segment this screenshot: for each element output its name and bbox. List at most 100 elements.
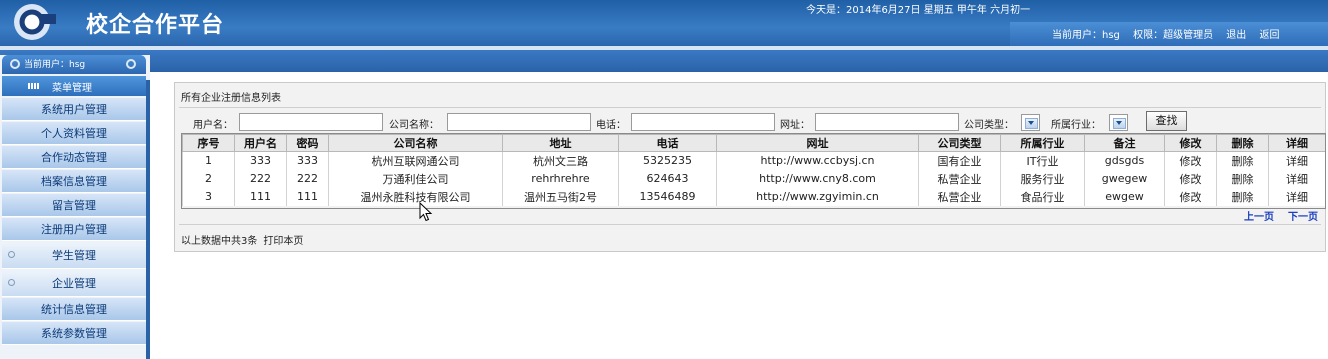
cell-address: 杭州文三路 [502, 151, 619, 170]
current-user-label: 当前用户：hsg [1052, 30, 1120, 41]
sidebar-item-profile[interactable]: 个人资料管理 [2, 122, 146, 145]
cell-type: 私营企业 [918, 187, 1001, 206]
cell-index: 3 [182, 187, 235, 206]
sidebar-item-archives[interactable]: 档案信息管理 [2, 170, 146, 193]
sidebar-item-statistics[interactable]: 统计信息管理 [2, 298, 146, 321]
top-bar-info: 当前用户：hsg 权限：超级管理员 退出 返回 [1052, 26, 1289, 41]
nav-strip [0, 50, 1328, 72]
industry-select[interactable] [1109, 114, 1128, 131]
cell-username: 222 [234, 169, 287, 188]
prev-page-link[interactable]: 上一页 [1244, 208, 1274, 223]
cell-company: 万通利佳公司 [328, 169, 503, 188]
delete-link[interactable]: 删除 [1216, 187, 1269, 206]
cell-phone: 13546489 [618, 187, 717, 206]
sidebar-item-messages[interactable]: 留言管理 [2, 194, 146, 217]
app-title: 校企合作平台 [86, 13, 225, 38]
chevron-down-icon [1028, 121, 1034, 125]
menu-head[interactable]: 菜单管理 [2, 76, 146, 96]
url-input[interactable] [815, 113, 959, 131]
table-row: 2 222 222 万通利佳公司 rehrhrehre 624643 http:… [182, 169, 1326, 188]
ring-icon [126, 59, 136, 69]
col-header: 修改 [1164, 134, 1217, 152]
col-header: 用户名 [234, 134, 287, 152]
cell-type: 私营企业 [918, 169, 1001, 188]
username-label: 用户名： [193, 120, 233, 131]
print-link[interactable]: 打印本页 [263, 236, 303, 247]
cell-password: 333 [286, 151, 329, 170]
back-link[interactable]: 返回 [1259, 30, 1279, 41]
sidebar-item-cooperation[interactable]: 合作动态管理 [2, 146, 146, 169]
sidebar-user-bar: 当前用户：hsg [2, 55, 146, 74]
industry-label: 所属行业： [1051, 120, 1101, 131]
logo-tail [40, 14, 56, 24]
url-label: 网址： [780, 120, 810, 131]
record-count: 以上数据中共3条 [181, 236, 258, 247]
delete-link[interactable]: 删除 [1216, 169, 1269, 188]
permission-label: 权限：超级管理员 [1133, 30, 1214, 41]
username-input[interactable] [239, 113, 383, 131]
divider [179, 107, 1321, 108]
phone-input[interactable] [631, 113, 775, 131]
col-header: 密码 [286, 134, 329, 152]
cell-remark: gdsgds [1084, 151, 1165, 170]
sidebar-item-system-users[interactable]: 系统用户管理 [2, 98, 146, 121]
search-bar: 用户名： 公司名称： 电话： 网址： 公司类型： 所属行业： 查找 [175, 111, 1325, 133]
sidebar: 当前用户：hsg 菜单管理 系统用户管理 个人资料管理 合作动态管理 档案信息管… [0, 55, 150, 359]
col-header: 所属行业 [1000, 134, 1085, 152]
sidebar-item-companies[interactable]: 企业管理 [2, 270, 146, 297]
col-header: 详细 [1268, 134, 1326, 152]
cell-remark: gwegew [1084, 169, 1165, 188]
cell-username: 333 [234, 151, 287, 170]
company-name-input[interactable] [447, 113, 591, 131]
search-button[interactable]: 查找 [1146, 111, 1187, 131]
cell-remark: ewgew [1084, 187, 1165, 206]
chevron-down-icon [1116, 121, 1122, 125]
cell-industry: IT行业 [1000, 151, 1085, 170]
summary-bar: 以上数据中共3条 打印本页 [181, 232, 303, 247]
cell-url: http://www.cny8.com [716, 169, 919, 188]
cell-username: 111 [234, 187, 287, 206]
detail-link[interactable]: 详细 [1268, 169, 1326, 188]
cell-address: rehrhrehre [502, 169, 619, 188]
edit-link[interactable]: 修改 [1164, 187, 1217, 206]
company-type-label: 公司类型： [964, 120, 1014, 131]
cell-industry: 服务行业 [1000, 169, 1085, 188]
detail-link[interactable]: 详细 [1268, 187, 1326, 206]
ring-icon [10, 59, 20, 69]
grid-icon [28, 83, 40, 89]
cell-company: 杭州互联网通公司 [328, 151, 503, 170]
edit-link[interactable]: 修改 [1164, 169, 1217, 188]
company-table: 序号 用户名 密码 公司名称 地址 电话 网址 公司类型 所属行业 备注 修改 … [182, 134, 1326, 206]
phone-label: 电话： [596, 120, 626, 131]
cell-phone: 624643 [618, 169, 717, 188]
edit-link[interactable]: 修改 [1164, 151, 1217, 170]
table-row: 3 111 111 温州永胜科技有限公司 温州五马街2号 13546489 ht… [182, 187, 1326, 206]
col-header: 公司名称 [328, 134, 503, 152]
next-page-link[interactable]: 下一页 [1288, 208, 1318, 223]
expand-icon [8, 251, 15, 258]
panel-title: 所有企业注册信息列表 [181, 93, 281, 104]
detail-link[interactable]: 详细 [1268, 151, 1326, 170]
col-header: 网址 [716, 134, 919, 152]
delete-link[interactable]: 删除 [1216, 151, 1269, 170]
col-header: 电话 [618, 134, 717, 152]
logout-link[interactable]: 退出 [1226, 30, 1246, 41]
menu-head-label: 菜单管理 [52, 83, 92, 94]
sidebar-item-registered-users[interactable]: 注册用户管理 [2, 218, 146, 241]
col-header: 公司类型 [918, 134, 1001, 152]
sidebar-item-system-params[interactable]: 系统参数管理 [2, 322, 146, 345]
sidebar-item-label: 学生管理 [52, 249, 96, 262]
cell-password: 222 [286, 169, 329, 188]
table-row: 1 333 333 杭州互联网通公司 杭州文三路 5325235 http://… [182, 151, 1326, 170]
company-type-select[interactable] [1021, 114, 1040, 131]
divider [179, 224, 1321, 225]
sidebar-user-label: 当前用户：hsg [24, 60, 86, 70]
cell-index: 2 [182, 169, 235, 188]
expand-icon [8, 279, 15, 286]
company-list-panel: 所有企业注册信息列表 用户名： 公司名称： 电话： 网址： 公司类型： 所属行业… [174, 82, 1326, 252]
cell-url: http://www.ccbysj.cn [716, 151, 919, 170]
sidebar-item-label: 企业管理 [52, 277, 96, 290]
col-header: 序号 [182, 134, 235, 152]
sidebar-item-students[interactable]: 学生管理 [2, 242, 146, 269]
cell-address: 温州五马街2号 [502, 187, 619, 206]
